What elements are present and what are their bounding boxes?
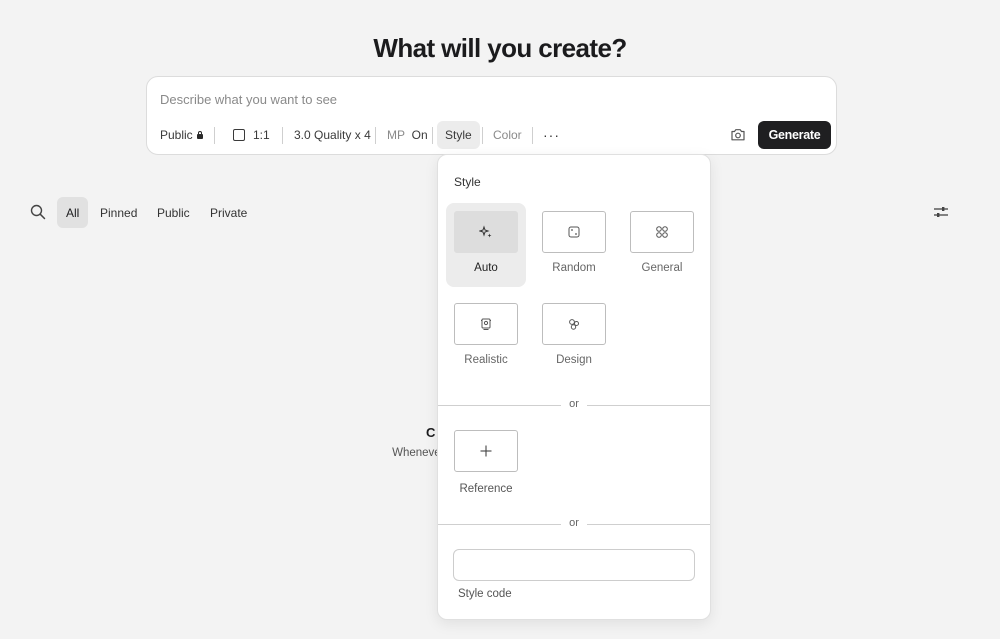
more-options-button[interactable]: ··· — [543, 121, 560, 149]
style-code-label: Style code — [458, 588, 512, 600]
style-option-design[interactable]: Design — [534, 295, 614, 379]
filter-public[interactable]: Public — [148, 197, 199, 228]
toolbar-divider — [532, 127, 533, 144]
mp-label: MP — [387, 128, 405, 142]
style-code-input[interactable] — [453, 549, 695, 581]
option-thumbnail — [542, 303, 606, 345]
color-label: Color — [493, 128, 522, 142]
style-heading: Style — [454, 175, 481, 189]
quality-label: Quality — [314, 128, 352, 142]
or-label: or — [561, 517, 587, 529]
sparkle-icon — [479, 225, 492, 238]
more-icon: ··· — [543, 127, 560, 143]
toolbar-divider — [482, 127, 483, 144]
grid-icon — [656, 226, 668, 238]
style-label: Style — [445, 128, 472, 142]
or-divider: or — [438, 398, 710, 412]
or-divider: or — [438, 517, 710, 531]
aspect-ratio-button[interactable]: 1:1 — [233, 121, 270, 149]
style-option-random[interactable]: Random — [534, 203, 614, 287]
aspect-ratio-label: 1:1 — [253, 128, 270, 142]
quality-button[interactable]: 3.0 Quality x 4 — [294, 121, 371, 149]
square-icon — [233, 129, 245, 141]
style-option-auto[interactable]: Auto — [446, 203, 526, 287]
filter-all[interactable]: All — [57, 197, 89, 228]
or-label: or — [561, 398, 587, 410]
prompt-input[interactable] — [160, 89, 720, 109]
toolbar-divider — [432, 127, 433, 144]
style-option-label: General — [641, 262, 683, 274]
option-thumbnail — [454, 430, 518, 472]
photo-icon — [481, 318, 491, 330]
option-thumbnail — [454, 303, 518, 345]
toolbar-divider — [214, 127, 215, 144]
visibility-toggle[interactable]: Public — [160, 121, 203, 149]
style-option-realistic[interactable]: Realistic — [446, 295, 526, 379]
option-thumbnail — [542, 211, 606, 253]
lock-icon — [196, 130, 203, 139]
search-icon[interactable] — [30, 204, 46, 220]
empty-state-title: C — [426, 425, 436, 440]
filter-pinned[interactable]: Pinned — [91, 197, 146, 228]
reference-label: Reference — [459, 483, 513, 495]
version-label: 3.0 — [294, 128, 311, 142]
dice-icon — [568, 226, 580, 238]
filter-private[interactable]: Private — [201, 197, 256, 228]
page-title: What will you create? — [373, 33, 627, 63]
prompt-toolbar: Public 1:1 3.0 Quality x 4 MP On Style C… — [147, 121, 836, 149]
prompt-box: Public 1:1 3.0 Quality x 4 MP On Style C… — [146, 76, 837, 155]
option-thumbnail — [630, 211, 694, 253]
color-button[interactable]: Color — [493, 121, 522, 149]
mp-toggle[interactable]: MP On — [387, 121, 428, 149]
toolbar-divider — [282, 127, 283, 144]
style-option-label: Design — [556, 354, 592, 366]
style-option-label: Realistic — [464, 354, 508, 366]
visibility-label: Public — [160, 128, 193, 142]
style-button[interactable]: Style — [437, 121, 480, 149]
style-option-label: Random — [552, 262, 596, 274]
generate-button[interactable]: Generate — [758, 121, 831, 149]
style-popover: Style Auto Random General Realistic Desi… — [437, 154, 711, 620]
option-thumbnail — [454, 211, 518, 253]
mp-value: On — [411, 128, 428, 142]
plus-icon — [480, 445, 492, 457]
camera-icon[interactable] — [730, 127, 746, 142]
palette-icon — [569, 319, 579, 330]
style-option-general[interactable]: General — [622, 203, 702, 287]
toolbar-divider — [375, 127, 376, 144]
filter-settings-icon[interactable] — [933, 204, 949, 220]
count-label: x 4 — [354, 128, 371, 142]
style-option-label: Auto — [474, 262, 498, 274]
